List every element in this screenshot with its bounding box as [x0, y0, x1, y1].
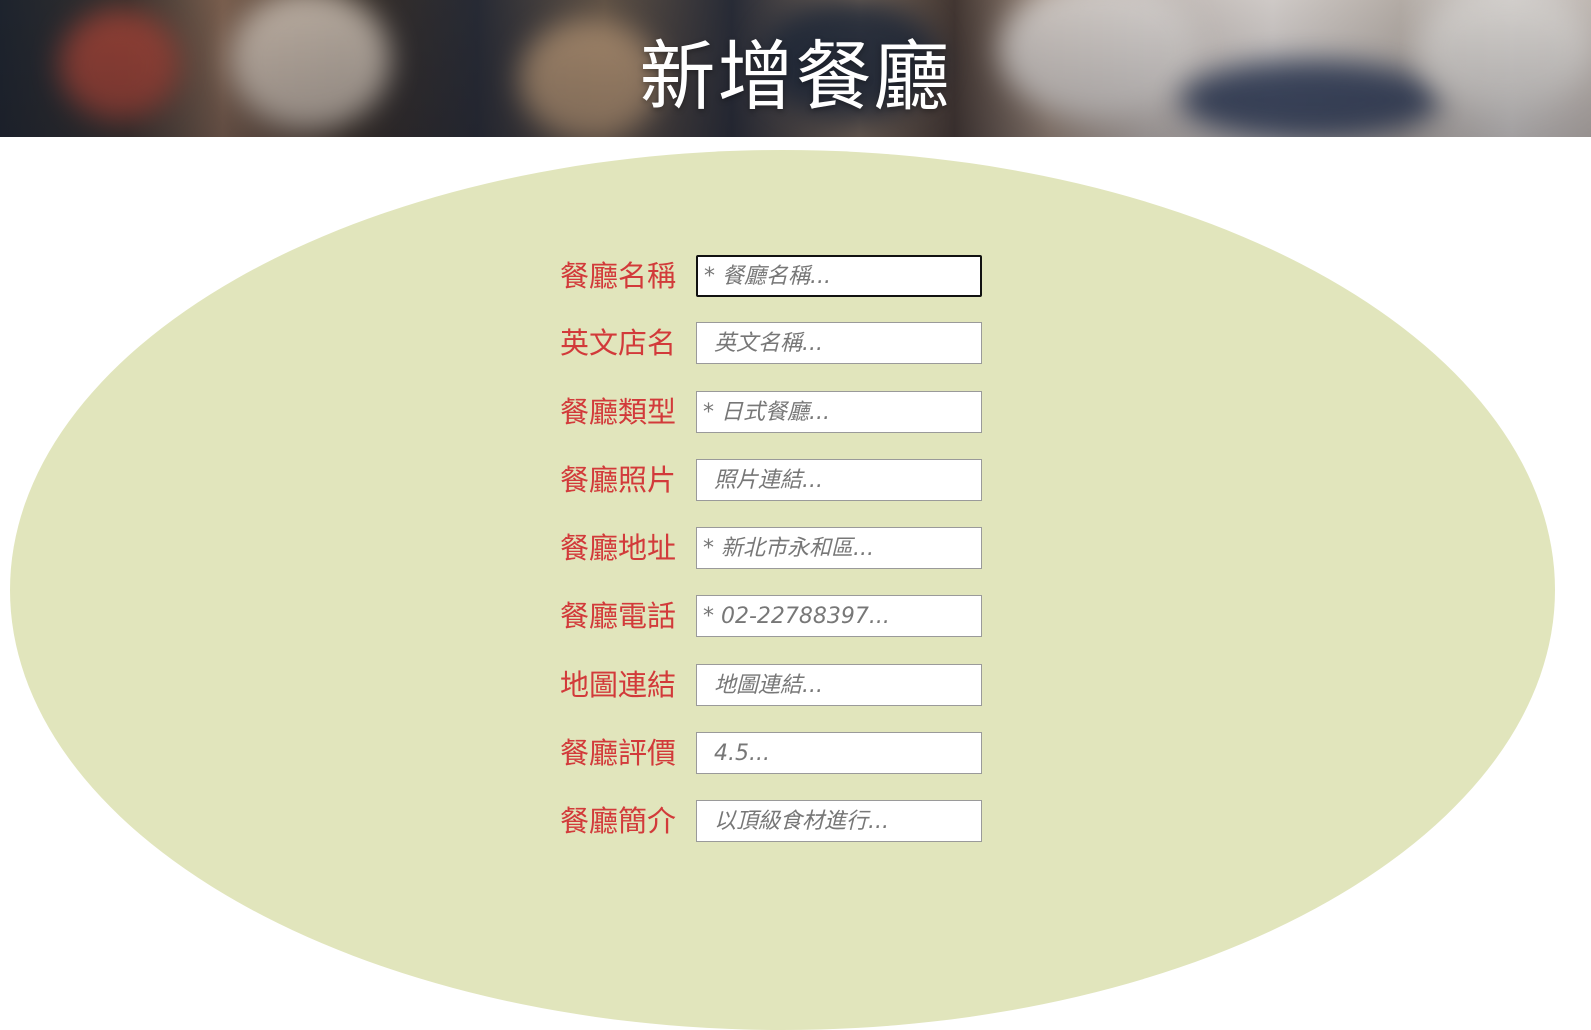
form-row-rating: 餐廳評價: [560, 730, 982, 776]
field-label-photo: 餐廳照片: [560, 463, 677, 497]
field-label-rating: 餐廳評價: [560, 736, 677, 770]
form-row-category: 餐廳類型: [560, 389, 982, 435]
address-input[interactable]: [696, 527, 982, 569]
description-input[interactable]: [696, 800, 982, 842]
form-row-photo: 餐廳照片: [560, 457, 982, 503]
field-label-description: 餐廳簡介: [560, 804, 677, 838]
name-input[interactable]: [696, 255, 982, 297]
field-label-map-link: 地圖連結: [560, 668, 677, 702]
hero-banner: 新增餐廳: [0, 0, 1591, 137]
form-row-name: 餐廳名稱: [560, 253, 982, 299]
english-name-input[interactable]: [696, 322, 982, 364]
map-link-input[interactable]: [696, 664, 982, 706]
form-row-english-name: 英文店名: [560, 320, 982, 366]
field-label-english-name: 英文店名: [560, 326, 677, 360]
field-label-category: 餐廳類型: [560, 395, 677, 429]
field-label-name: 餐廳名稱: [560, 259, 677, 293]
rating-input[interactable]: [696, 732, 982, 774]
form-row-map-link: 地圖連結: [560, 662, 982, 708]
photo-input[interactable]: [696, 459, 982, 501]
form-row-description: 餐廳簡介: [560, 798, 982, 844]
phone-input[interactable]: [696, 595, 982, 637]
form-row-phone: 餐廳電話: [560, 593, 982, 639]
field-label-address: 餐廳地址: [560, 531, 677, 565]
page-title: 新增餐廳: [639, 32, 952, 121]
category-input[interactable]: [696, 391, 982, 433]
form-row-address: 餐廳地址: [560, 525, 982, 571]
field-label-phone: 餐廳電話: [560, 599, 677, 633]
